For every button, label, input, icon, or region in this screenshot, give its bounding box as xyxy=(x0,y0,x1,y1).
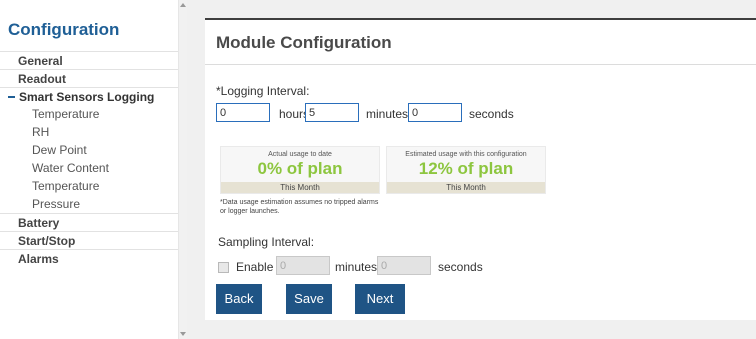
sidebar-subitem-water-content[interactable]: Water Content xyxy=(0,159,178,177)
estimated-usage-caption: Estimated usage with this configuration xyxy=(405,151,527,158)
sidebar: Configuration General Readout Smart Sens… xyxy=(0,0,178,339)
module-configuration-panel: Module Configuration *Logging Interval: … xyxy=(205,18,756,320)
save-button[interactable]: Save xyxy=(286,284,332,314)
sidebar-item-label: Smart Sensors Logging xyxy=(19,89,155,104)
sidebar-title: Configuration xyxy=(8,20,120,39)
sampling-seconds-input[interactable] xyxy=(377,256,431,275)
usage-note: *Data usage estimation assumes no trippe… xyxy=(220,199,379,215)
main-area: Module Configuration *Logging Interval: … xyxy=(187,0,756,339)
enable-checkbox[interactable] xyxy=(218,262,229,273)
sidebar-subitem-dew-point[interactable]: Dew Point xyxy=(0,141,178,159)
sidebar-subitem-temperature[interactable]: Temperature xyxy=(0,105,178,123)
sampling-minutes-input[interactable] xyxy=(276,256,330,275)
logging-minutes-input[interactable] xyxy=(305,103,359,122)
sidebar-item-alarms[interactable]: Alarms xyxy=(0,249,178,267)
sampling-minutes-label: minutes xyxy=(335,260,378,274)
logging-hours-input[interactable] xyxy=(216,103,270,122)
title-divider xyxy=(205,64,756,65)
sidebar-nav: General Readout Smart Sensors Logging Te… xyxy=(0,51,178,267)
sidebar-subitem-temperature-2[interactable]: Temperature xyxy=(0,177,178,195)
logging-minutes-label: minutes xyxy=(366,107,409,121)
enable-label: Enable xyxy=(236,260,274,274)
collapse-icon xyxy=(8,95,15,98)
sidebar-subitem-rh[interactable]: RH xyxy=(0,123,178,141)
logging-seconds-input[interactable] xyxy=(408,103,462,122)
actual-usage-caption: Actual usage to date xyxy=(268,151,332,158)
actual-usage-period: This Month xyxy=(221,182,379,193)
logging-seconds-label: seconds xyxy=(469,107,514,121)
sidebar-item-battery[interactable]: Battery xyxy=(0,213,178,231)
logging-interval-label: *Logging Interval: xyxy=(216,84,310,98)
back-button[interactable]: Back xyxy=(216,284,262,314)
sidebar-item-start-stop[interactable]: Start/Stop xyxy=(0,231,178,249)
sidebar-item-smart-sensors-logging[interactable]: Smart Sensors Logging xyxy=(0,87,178,105)
sampling-interval-label: Sampling Interval: xyxy=(218,235,315,249)
sidebar-item-general[interactable]: General xyxy=(0,51,178,69)
scroll-up-icon[interactable] xyxy=(180,3,186,7)
estimated-usage-period: This Month xyxy=(387,182,545,193)
next-button[interactable]: Next xyxy=(355,284,405,314)
scroll-down-icon[interactable] xyxy=(180,332,186,336)
estimated-usage-value: 12% of plan xyxy=(418,159,514,178)
sidebar-scrollbar[interactable] xyxy=(178,0,187,339)
estimated-usage-card: Estimated usage with this configuration … xyxy=(386,146,546,194)
actual-usage-value: 0% of plan xyxy=(257,159,343,178)
page-title: Module Configuration xyxy=(216,33,392,52)
sidebar-subitem-pressure[interactable]: Pressure xyxy=(0,195,178,213)
sampling-seconds-label: seconds xyxy=(438,260,483,274)
actual-usage-card: Actual usage to date 0% of plan This Mon… xyxy=(220,146,380,194)
sidebar-item-readout[interactable]: Readout xyxy=(0,69,178,87)
